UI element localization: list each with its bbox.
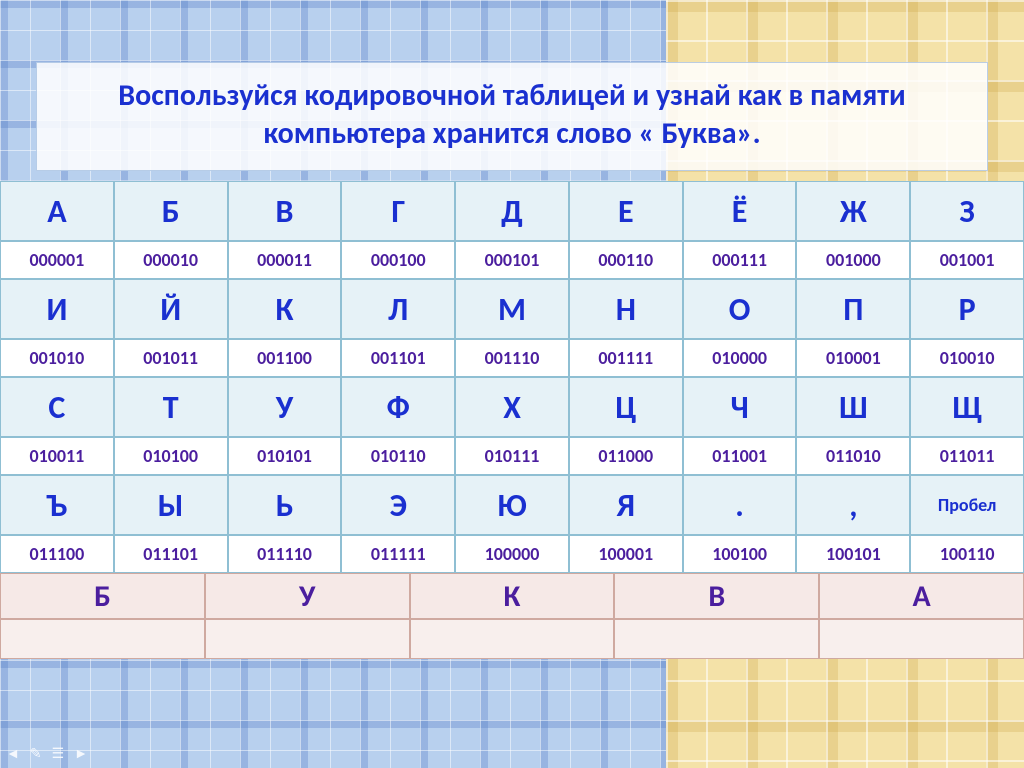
- encoding-code-cell: 100101: [796, 535, 910, 573]
- answer-code-cell[interactable]: [819, 619, 1024, 659]
- encoding-code-cell: 001001: [910, 241, 1024, 279]
- encoding-code-cell: 100100: [683, 535, 797, 573]
- encoding-letter-cell: Б: [114, 181, 228, 241]
- encoding-letter-cell: З: [910, 181, 1024, 241]
- encoding-code-cell: 010000: [683, 339, 797, 377]
- encoding-code-cell: 001110: [455, 339, 569, 377]
- encoding-code-cell: 010101: [228, 437, 342, 475]
- encoding-letter-cell: У: [228, 377, 342, 437]
- encoding-letter-cell: Э: [341, 475, 455, 535]
- encoding-code-cell: 011100: [0, 535, 114, 573]
- encoding-letter-cell: А: [0, 181, 114, 241]
- encoding-letter-cell: М: [455, 279, 569, 339]
- encoding-letter-cell: Ц: [569, 377, 683, 437]
- encoding-code-cell: 001101: [341, 339, 455, 377]
- encoding-letter-cell: Д: [455, 181, 569, 241]
- encoding-letter-cell: И: [0, 279, 114, 339]
- encoding-code-cell: 011000: [569, 437, 683, 475]
- encoding-code-cell: 001010: [0, 339, 114, 377]
- encoding-code-cell: 011101: [114, 535, 228, 573]
- encoding-code-cell: 001111: [569, 339, 683, 377]
- encoding-code-cell: 011010: [796, 437, 910, 475]
- encoding-code-cell: 011111: [341, 535, 455, 573]
- answer-letter-cell: В: [614, 573, 819, 619]
- answer-code-cell[interactable]: [614, 619, 819, 659]
- encoding-code-cell: 000101: [455, 241, 569, 279]
- encoding-code-cell: 010010: [910, 339, 1024, 377]
- encoding-code-cell: 001100: [228, 339, 342, 377]
- encoding-code-cell: 000111: [683, 241, 797, 279]
- encoding-letter-cell: ,: [796, 475, 910, 535]
- encoding-code-cell: 000010: [114, 241, 228, 279]
- pen-icon[interactable]: ✎: [30, 745, 42, 762]
- answer-code-cell[interactable]: [410, 619, 615, 659]
- encoding-letter-cell: П: [796, 279, 910, 339]
- encoding-code-cell: 001011: [114, 339, 228, 377]
- encoding-letter-cell: В: [228, 181, 342, 241]
- menu-icon[interactable]: ☰: [52, 745, 65, 762]
- encoding-code-cell: 010011: [0, 437, 114, 475]
- encoding-letter-cell: Ё: [683, 181, 797, 241]
- encoding-code-cell: 011011: [910, 437, 1024, 475]
- encoding-letter-cell: Ж: [796, 181, 910, 241]
- encoding-code-cell: 000100: [341, 241, 455, 279]
- encoding-letter-cell: Ъ: [0, 475, 114, 535]
- encoding-letter-cell: Ф: [341, 377, 455, 437]
- encoding-letter-cell: Т: [114, 377, 228, 437]
- encoding-letter-cell: Г: [341, 181, 455, 241]
- answer-code-cell[interactable]: [205, 619, 410, 659]
- nav-controls: ◄ ✎ ☰ ►: [6, 745, 88, 762]
- encoding-letter-cell: О: [683, 279, 797, 339]
- encoding-letter-cell: Щ: [910, 377, 1024, 437]
- encoding-letter-cell: Я: [569, 475, 683, 535]
- answer-table: БУКВА: [0, 573, 1024, 659]
- encoding-letter-cell: Е: [569, 181, 683, 241]
- encoding-code-cell: 000110: [569, 241, 683, 279]
- encoding-code-cell: 011110: [228, 535, 342, 573]
- title-box: Воспользуйся кодировочной таблицей и узн…: [36, 62, 988, 171]
- encoding-letter-cell: Й: [114, 279, 228, 339]
- encoding-letter-cell: С: [0, 377, 114, 437]
- encoding-code-cell: 100000: [455, 535, 569, 573]
- encoding-code-cell: 011001: [683, 437, 797, 475]
- encoding-letter-cell: Ь: [228, 475, 342, 535]
- encoding-code-cell: 001000: [796, 241, 910, 279]
- encoding-table: АБВГДЕЁЖЗ0000010000100000110001000001010…: [0, 181, 1024, 573]
- encoding-letter-cell: Л: [341, 279, 455, 339]
- encoding-code-cell: 010110: [341, 437, 455, 475]
- encoding-letter-cell: Х: [455, 377, 569, 437]
- encoding-code-cell: 000001: [0, 241, 114, 279]
- answer-letter-cell: Б: [0, 573, 205, 619]
- answer-letter-cell: У: [205, 573, 410, 619]
- title-text: Воспользуйся кодировочной таблицей и узн…: [49, 77, 975, 152]
- encoding-code-cell: 010001: [796, 339, 910, 377]
- encoding-letter-cell: .: [683, 475, 797, 535]
- answer-letter-cell: К: [410, 573, 615, 619]
- encoding-code-cell: 010100: [114, 437, 228, 475]
- encoding-letter-cell: Ю: [455, 475, 569, 535]
- encoding-letter-cell: Н: [569, 279, 683, 339]
- encoding-letter-cell: Р: [910, 279, 1024, 339]
- next-icon[interactable]: ►: [74, 745, 88, 762]
- prev-icon[interactable]: ◄: [6, 745, 20, 762]
- encoding-letter-cell: Пробел: [910, 475, 1024, 535]
- encoding-letter-cell: Ш: [796, 377, 910, 437]
- answer-letter-cell: А: [819, 573, 1024, 619]
- encoding-letter-cell: К: [228, 279, 342, 339]
- encoding-letter-cell: Ы: [114, 475, 228, 535]
- encoding-code-cell: 100110: [910, 535, 1024, 573]
- encoding-code-cell: 100001: [569, 535, 683, 573]
- encoding-code-cell: 010111: [455, 437, 569, 475]
- answer-code-cell[interactable]: [0, 619, 205, 659]
- encoding-letter-cell: Ч: [683, 377, 797, 437]
- encoding-code-cell: 000011: [228, 241, 342, 279]
